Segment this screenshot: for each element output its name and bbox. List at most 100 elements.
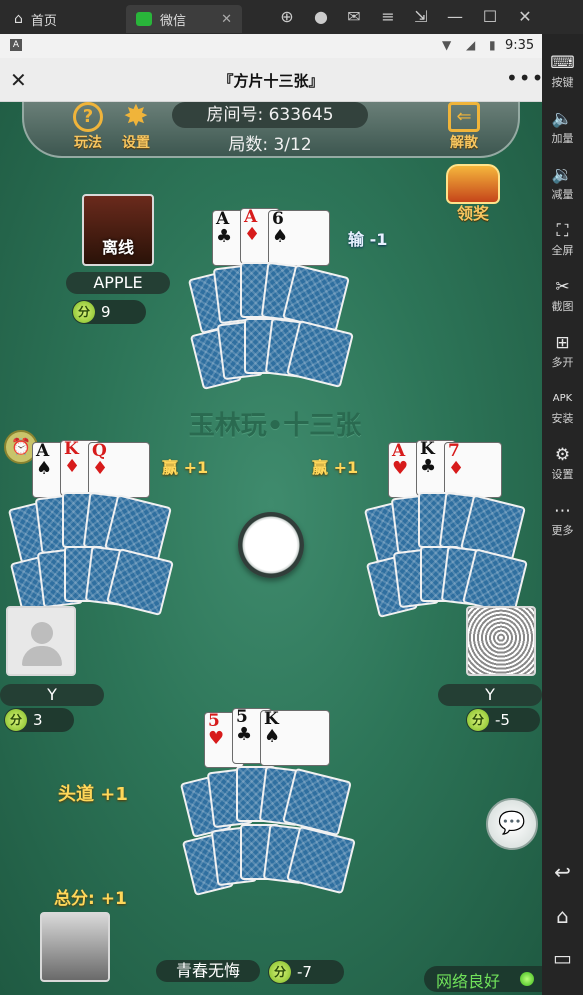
emulator-sidebar: ⌨ 按键 🔈 加量 🔉 减量 ⛶ 全屏 ✂ 截图 ⊞ 多开 APK 安装 ⚙ 设置 ⋯ 更多 ↩ … (542, 34, 583, 995)
result-right: 赢 +1 (312, 458, 359, 477)
rules-label: 玩法 (74, 135, 102, 151)
card-self-3: K ♠ (260, 710, 330, 766)
gear-icon: ⚙ (554, 445, 571, 465)
player-name-right: Y (438, 684, 542, 706)
minimize-icon[interactable]: — (444, 6, 466, 28)
score-right: 分 -5 (466, 708, 540, 732)
card-right-3: 7 ♦ (444, 442, 502, 498)
tab-wechat[interactable]: 微信 ✕ (126, 5, 242, 33)
round-result-self: 头道 +1 (58, 784, 128, 805)
close-tab-icon[interactable]: ✕ (221, 12, 232, 27)
network-label: 网络良好 (436, 972, 501, 991)
score-coin-icon: 分 (73, 301, 95, 323)
exit-icon: ⇐ (448, 102, 480, 132)
hand-top: A ♣ A ♦ 6 ♠ (187, 208, 358, 410)
multi-open-icon: ⊞ (555, 333, 570, 353)
settings-label: 设置 (122, 135, 150, 151)
total-score-self: 总分: +1 (54, 889, 127, 909)
card-back (106, 548, 174, 616)
mail-icon[interactable]: ✉ (343, 6, 365, 28)
score-value-left: 3 (33, 711, 43, 729)
card-top-3: 6 ♠ (268, 210, 330, 266)
wechat-header: ✕ 『方片十三张』 ••• (0, 58, 544, 102)
sidebar-item-settings[interactable]: ⚙ 设置 (542, 444, 583, 482)
back-icon[interactable]: ↩ (542, 860, 583, 884)
home-icon: ⌂ (14, 11, 23, 27)
treasure-chest-icon (446, 164, 500, 204)
phone-status-bar: A ▼ ◢ ▮ 9:35 (0, 34, 542, 58)
avatar-self[interactable] (40, 912, 110, 982)
sidebar-item-keys[interactable]: ⌨ 按键 (542, 52, 583, 90)
volume-down-icon: 🔉 (551, 165, 574, 185)
sidebar-item-volume-down[interactable]: 🔉 减量 (542, 164, 583, 202)
gear-icon: ✸ (123, 102, 149, 134)
score-left: 分3 (4, 708, 74, 732)
player-name-left: Y (0, 684, 104, 706)
chat-bubble-icon[interactable]: 💬 (486, 798, 538, 850)
card-left-3: Q ♦ (88, 442, 150, 498)
score-coin-icon: 分 (5, 709, 27, 731)
gamepad-icon[interactable]: ⊕ (276, 6, 298, 28)
wechat-icon (136, 12, 152, 26)
score-value-self: -7 (297, 963, 312, 981)
settings-button[interactable]: ✸ 设置 (116, 102, 156, 152)
scissors-icon: ✂ (555, 277, 570, 297)
sidebar-item-fullscreen[interactable]: ⛶ 全屏 (542, 220, 583, 258)
room-number: 房间号: 633645 (172, 102, 368, 128)
reward-label: 领奖 (456, 204, 489, 223)
avatar-left[interactable] (6, 606, 76, 676)
score-top: 分9 (72, 300, 146, 324)
dissolve-button[interactable]: ⇐ 解散 (440, 102, 488, 152)
tab-home[interactable]: ⌂ 首页 (14, 5, 57, 33)
wifi-icon: ▼ (442, 38, 452, 52)
score-self: 分 -7 (268, 960, 344, 984)
sidebar-item-screenshot[interactable]: ✂ 截图 (542, 276, 583, 314)
more-icon[interactable]: ••• (506, 66, 544, 90)
score-value-top: 9 (101, 303, 111, 321)
hand-right: A ♥ K ♣ 7 ♦ (363, 440, 536, 630)
sidebar-item-volume-up[interactable]: 🔈 加量 (542, 108, 583, 146)
sidebar-item-multi-open[interactable]: ⊞ 多开 (542, 332, 583, 370)
tab-wechat-label: 微信 (160, 13, 187, 29)
rules-button[interactable]: ? 玩法 (68, 102, 108, 152)
player-name-top: APPLE (66, 272, 170, 294)
center-plate (238, 512, 304, 578)
clock: 9:35 (505, 38, 535, 53)
score-coin-icon: 分 (269, 961, 291, 983)
pin-icon[interactable]: ⇲ (410, 6, 432, 28)
page-title: 『方片十三张』 (218, 72, 324, 90)
round-count: 局数: 3/12 (228, 135, 312, 155)
sidebar-item-install[interactable]: APK 安装 (542, 388, 583, 426)
score-value-right: -5 (495, 711, 510, 729)
hand-self: 5 ♥ 5 ♣ K ♠ (179, 708, 356, 908)
avatar-right[interactable] (466, 606, 536, 676)
question-icon: ? (73, 102, 103, 132)
hand-left: A ♠ K ♦ Q ♦ (7, 440, 180, 630)
reward-button[interactable]: 领奖 (444, 164, 502, 226)
recent-apps-icon[interactable]: ▭ (542, 946, 583, 970)
more-icon: ⋯ (554, 501, 571, 521)
avatar-top[interactable]: 离线 (82, 194, 154, 266)
tab-home-label: 首页 (30, 13, 57, 29)
app-notification-icon: A (10, 39, 22, 51)
default-user-icon (31, 622, 53, 644)
table-watermark: 玉林玩•十三张 (188, 411, 362, 441)
offline-label: 离线 (101, 238, 134, 257)
sidebar-item-more[interactable]: ⋯ 更多 (542, 500, 583, 538)
emulator-title-bar: ⌂ 首页 微信 ✕ ⊕ ● ✉ ≡ ⇲ — ☐ ✕ (0, 0, 583, 34)
home-nav-icon[interactable]: ⌂ (542, 904, 583, 928)
maximize-icon[interactable]: ☐ (479, 6, 501, 28)
game-table: ? 玩法 ✸ 设置 房间号: 633645 局数: 3/12 ⇐ 解散 领奖 玉… (0, 102, 542, 995)
menu-icon[interactable]: ≡ (377, 6, 399, 28)
user-icon[interactable]: ● (310, 6, 332, 28)
network-dot-icon (520, 972, 534, 986)
signal-icon: ◢ (466, 38, 476, 52)
volume-up-icon: 🔈 (551, 109, 574, 129)
card-back (286, 825, 356, 895)
fullscreen-icon: ⛶ (556, 221, 569, 241)
card-back (286, 320, 354, 388)
close-window-icon[interactable]: ✕ (514, 6, 536, 28)
player-name-self: 青春无悔 (156, 960, 260, 982)
keyboard-icon: ⌨ (550, 53, 575, 73)
dissolve-label: 解散 (450, 135, 478, 151)
